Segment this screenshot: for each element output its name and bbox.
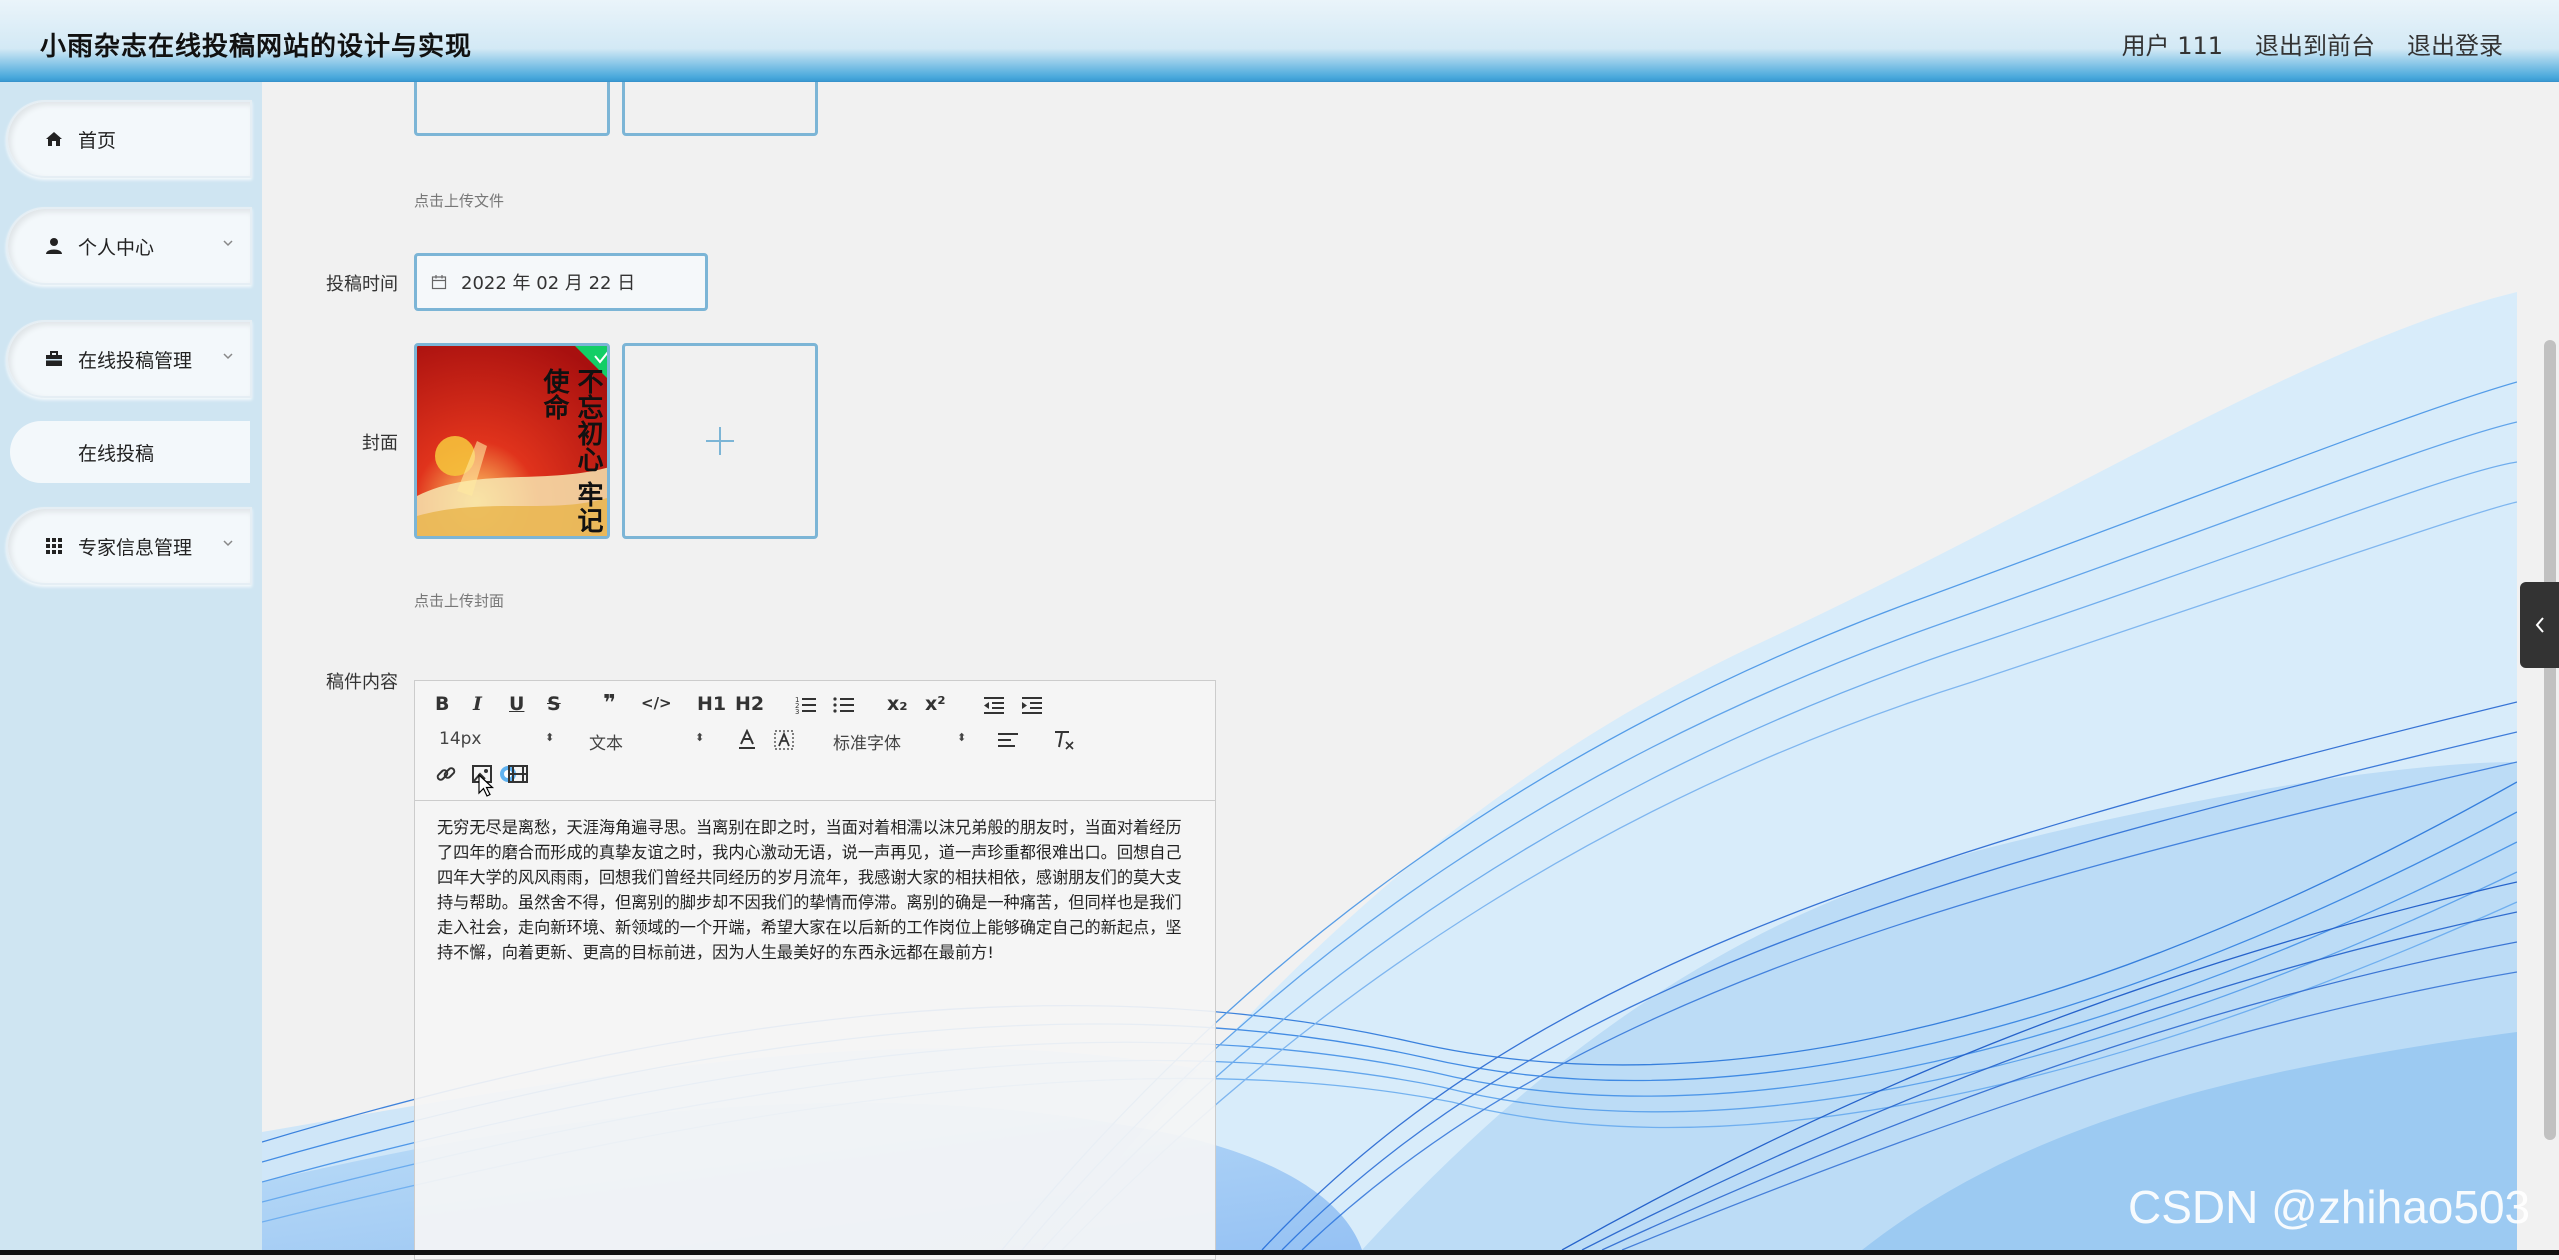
rich-text-editor: B I U S ❞ </> H1 H2 1 2 3 x₂ x² 14px ⬍ 文… bbox=[414, 680, 1216, 1260]
sidebar-item-label: 个人中心 bbox=[78, 236, 155, 259]
logout-link[interactable]: 退出登录 bbox=[2407, 26, 2503, 61]
subscript-button[interactable]: x₂ bbox=[887, 693, 908, 715]
chevron-down-icon bbox=[223, 353, 233, 360]
cover-upload-hint: 点击上传封面 bbox=[414, 592, 505, 610]
submission-date-input[interactable]: 2022 年 02 月 22 日 bbox=[414, 253, 708, 311]
sidebar-item-personal-center[interactable]: 个人中心 bbox=[6, 207, 252, 285]
superscript-button[interactable]: x² bbox=[925, 693, 946, 715]
bullet-list-icon[interactable] bbox=[833, 695, 855, 715]
file-upload-hint: 点击上传文件 bbox=[414, 192, 505, 210]
svg-text:3: 3 bbox=[795, 708, 799, 715]
sidebar-item-submission-management[interactable]: 在线投稿管理 bbox=[6, 320, 252, 398]
font-size-value: 14px bbox=[439, 729, 482, 749]
cover-label: 封面 bbox=[362, 433, 398, 454]
italic-button[interactable]: I bbox=[473, 693, 482, 715]
sidebar-item-label: 在线投稿 bbox=[78, 442, 155, 465]
user-name-link[interactable]: 用户 111 bbox=[2122, 26, 2223, 61]
sidebar-item-label: 专家信息管理 bbox=[78, 536, 193, 559]
sidebar: 首页 个人中心 在线投稿管理 在线投稿 专家信息管理 bbox=[0, 82, 262, 1250]
user-icon bbox=[44, 236, 64, 256]
date-value: 2022 年 02 月 22 日 bbox=[461, 273, 636, 294]
select-arrows-icon: ⬍ bbox=[957, 731, 967, 744]
watermark: CSDN @zhihao503 bbox=[2128, 1181, 2531, 1233]
app-title: 小雨杂志在线投稿网站的设计与实现 bbox=[40, 32, 473, 62]
back-to-front-link[interactable]: 退出到前台 bbox=[2255, 26, 2375, 61]
chevron-down-icon bbox=[223, 240, 233, 247]
chevron-left-icon bbox=[2535, 617, 2544, 633]
strike-button[interactable]: S bbox=[547, 693, 561, 715]
plus-icon bbox=[706, 427, 734, 455]
background-color-icon[interactable] bbox=[773, 729, 795, 751]
calendar-icon bbox=[431, 275, 447, 290]
select-arrows-icon: ⬍ bbox=[695, 731, 705, 744]
date-label: 投稿时间 bbox=[326, 274, 398, 295]
blockquote-button[interactable]: ❞ bbox=[603, 691, 616, 716]
sidebar-item-label: 在线投稿管理 bbox=[78, 349, 193, 372]
cover-image-preview[interactable]: 不忘初心 牢记使命 bbox=[414, 343, 610, 539]
page-scrollbar[interactable] bbox=[2544, 340, 2556, 1140]
header-value: 文本 bbox=[589, 734, 623, 754]
briefcase-icon bbox=[44, 349, 64, 369]
chevron-down-icon bbox=[223, 540, 233, 547]
side-panel-toggle[interactable] bbox=[2520, 582, 2559, 668]
sidebar-item-home[interactable]: 首页 bbox=[6, 100, 252, 178]
align-icon[interactable] bbox=[997, 731, 1019, 751]
indent-icon[interactable] bbox=[1021, 695, 1043, 715]
outdent-icon[interactable] bbox=[983, 695, 1005, 715]
add-cover-button[interactable] bbox=[622, 343, 818, 539]
video-icon[interactable] bbox=[507, 763, 529, 785]
sidebar-item-expert-management[interactable]: 专家信息管理 bbox=[6, 507, 252, 585]
font-color-icon[interactable] bbox=[737, 729, 757, 751]
font-size-select[interactable]: 14px ⬍ bbox=[439, 729, 554, 749]
content-label: 稿件内容 bbox=[326, 672, 398, 693]
header-1-button[interactable]: H1 bbox=[697, 693, 726, 715]
file-upload-preview[interactable] bbox=[414, 82, 610, 136]
select-arrows-icon: ⬍ bbox=[545, 731, 555, 744]
ordered-list-icon[interactable]: 1 2 3 bbox=[795, 695, 817, 715]
grid-icon bbox=[44, 536, 64, 556]
header-2-button[interactable]: H2 bbox=[735, 693, 764, 715]
link-icon[interactable] bbox=[435, 763, 457, 785]
editor-content[interactable]: 无穷无尽是离愁，天涯海角遍寻思。当离别在即之时，当面对着相濡以沫兄弟般的朋友时，… bbox=[415, 801, 1215, 965]
file-upload-add-button[interactable] bbox=[622, 82, 818, 136]
clear-format-icon[interactable] bbox=[1053, 729, 1075, 751]
header-select[interactable]: 文本 ⬍ bbox=[589, 729, 704, 754]
sidebar-item-label: 首页 bbox=[78, 129, 117, 152]
bottom-border bbox=[0, 1250, 2559, 1255]
sidebar-subitem-online-submission[interactable]: 在线投稿 bbox=[10, 421, 250, 483]
top-nav: 用户 111 退出到前台 退出登录 bbox=[2122, 26, 2503, 61]
top-header-bar: 小雨杂志在线投稿网站的设计与实现 用户 111 退出到前台 退出登录 bbox=[0, 0, 2559, 82]
home-icon bbox=[44, 129, 64, 149]
underline-button[interactable]: U bbox=[509, 693, 524, 715]
code-block-button[interactable]: </> bbox=[641, 694, 672, 712]
font-family-value: 标准字体 bbox=[833, 734, 901, 754]
mouse-cursor-icon bbox=[478, 773, 495, 797]
cover-calligraphy-text: 不忘初心 牢记使命 bbox=[539, 368, 603, 534]
editor-toolbar: B I U S ❞ </> H1 H2 1 2 3 x₂ x² 14px ⬍ 文… bbox=[415, 681, 1215, 801]
font-family-select[interactable]: 标准字体 ⬍ bbox=[833, 729, 967, 754]
bold-button[interactable]: B bbox=[435, 693, 449, 715]
